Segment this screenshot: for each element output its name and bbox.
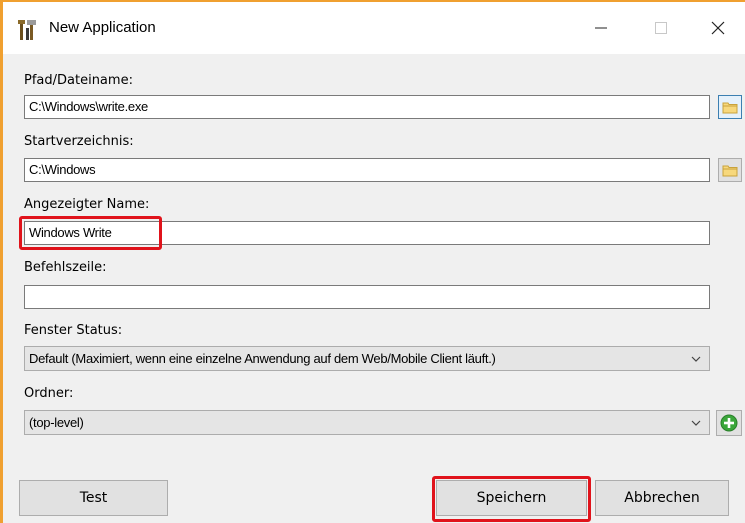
folder-select[interactable]: (top-level) [24, 410, 710, 435]
application-dialog: New Application Pfad/Dateiname: C:\Windo… [0, 0, 745, 523]
display-name-label: Angezeigter Name: [24, 197, 150, 212]
cancel-button[interactable]: Abbrechen [595, 480, 729, 516]
window-state-value: Default (Maximiert, wenn eine einzelne A… [29, 351, 496, 366]
window-state-select[interactable]: Default (Maximiert, wenn eine einzelne A… [24, 346, 710, 371]
chevron-down-icon [691, 347, 701, 370]
folder-icon [722, 102, 738, 114]
window-state-label: Fenster Status: [24, 323, 123, 338]
folder-icon [722, 165, 738, 177]
maximize-button[interactable] [631, 2, 691, 54]
path-label: Pfad/Dateiname: [24, 73, 133, 88]
window-left-border [0, 0, 3, 523]
minimize-icon [595, 27, 607, 29]
add-folder-button[interactable] [716, 410, 742, 436]
title-bar: New Application [3, 2, 745, 54]
startdir-label: Startverzeichnis: [24, 134, 134, 149]
cmdline-label: Befehlszeile: [24, 260, 107, 275]
minimize-button[interactable] [571, 2, 631, 54]
path-browse-button[interactable] [718, 95, 742, 119]
display-name-input[interactable]: Windows Write [24, 221, 710, 245]
maximize-icon [655, 22, 667, 34]
folder-value: (top-level) [29, 415, 84, 430]
plus-circle-icon [720, 414, 738, 432]
cmdline-input[interactable] [24, 285, 710, 309]
startdir-input[interactable]: C:\Windows [24, 158, 710, 182]
test-button[interactable]: Test [19, 480, 168, 516]
app-tools-icon [15, 18, 39, 42]
window-title: New Application [49, 19, 156, 36]
startdir-browse-button[interactable] [718, 158, 742, 182]
save-button[interactable]: Speichern [436, 480, 587, 516]
folder-label: Ordner: [24, 386, 74, 401]
chevron-down-icon [691, 411, 701, 434]
close-icon [711, 21, 725, 35]
close-button[interactable] [691, 2, 745, 54]
path-input[interactable]: C:\Windows\write.exe [24, 95, 710, 119]
